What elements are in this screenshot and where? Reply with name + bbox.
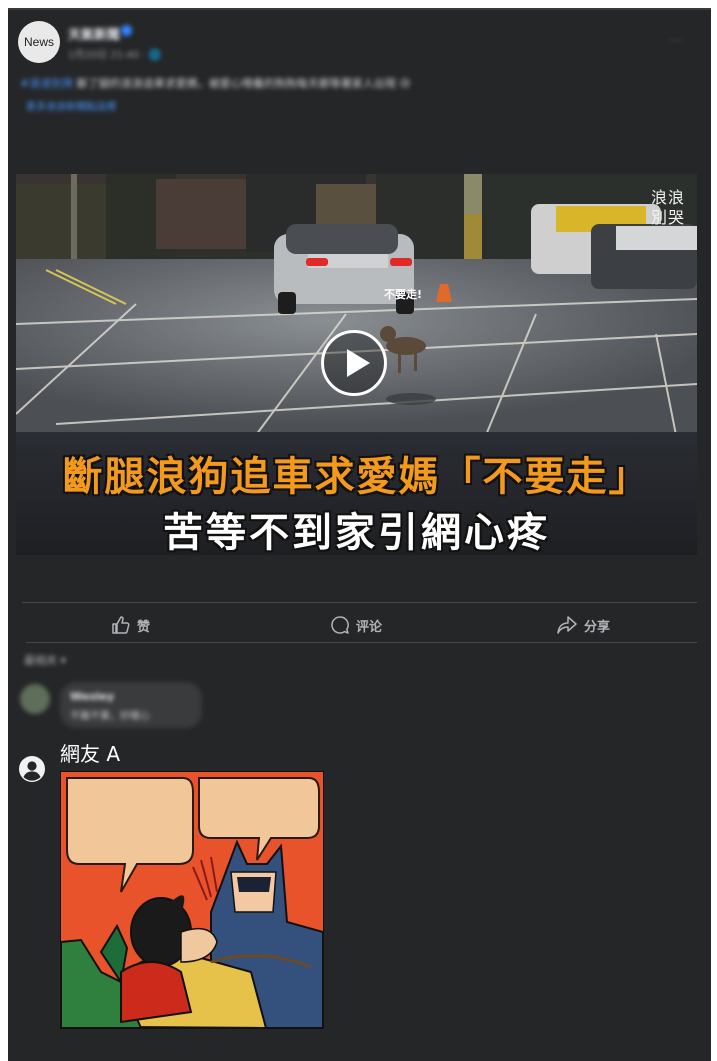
comment-bubble-icon (331, 616, 349, 634)
page-name[interactable]: 天氣新聞 (68, 24, 120, 43)
share-arrow-icon (557, 616, 577, 634)
share-button[interactable]: 分享 (556, 613, 610, 637)
more-options-icon[interactable]: ··· (668, 34, 683, 49)
video-player[interactable]: 浪浪 別哭 不要走! 斷腿浪狗追車求愛媽「不要走」 苦等不到家引網心疼 (16, 174, 697, 555)
commenter-avatar[interactable] (20, 684, 50, 714)
comment-author-name[interactable]: 網友 A (60, 738, 120, 767)
play-icon (347, 349, 370, 377)
page-avatar[interactable]: News (18, 21, 60, 63)
post-caption: #浪浪別哭 斷了腿的浪浪追車求愛媽，被愛心喂養的狗狗每天都等著家人出現 😢 (20, 76, 440, 91)
video-watermark: 浪浪 別哭 (650, 188, 685, 227)
video-headline-line1: 斷腿浪狗追車求愛媽「不要走」 (62, 454, 651, 500)
like-button[interactable]: 赞 (111, 613, 150, 637)
comment-label: 评论 (356, 619, 383, 635)
comment-sort-dropdown[interactable]: 最相关 ▾ (24, 652, 66, 668)
play-button[interactable] (321, 330, 387, 396)
user-avatar-icon[interactable] (18, 755, 46, 783)
share-label: 分享 (584, 619, 611, 635)
commenter-name[interactable]: Wesley (70, 690, 114, 703)
verified-icon (121, 25, 132, 36)
post-card: News 天氣新聞 1月20日 21:40 · 🌐 ··· #浪浪別哭 斷了腿的… (8, 8, 711, 1061)
comment-text: 不離不棄，好暖心 (70, 711, 150, 722)
post-timestamp[interactable]: 1月20日 21:40 · 🌐 (68, 46, 161, 61)
meme-image[interactable] (60, 771, 324, 1029)
comic-meme-illustration (61, 772, 323, 1028)
video-headline-line2: 苦等不到家引網心疼 (163, 510, 550, 555)
caption-text: 斷了腿的浪浪追車求愛媽，被愛心喂養的狗狗每天都等著家人出現 😢 (73, 77, 411, 90)
caption-link[interactable]: 更多浪浪新聞點這裡 (26, 98, 116, 113)
dog-caption-label: 不要走! (384, 288, 423, 301)
comment-button[interactable]: 评论 (330, 613, 382, 637)
comment-bubble: Wesley 不離不棄，好暖心 (60, 682, 202, 728)
divider (22, 602, 697, 603)
like-label: 赞 (137, 619, 151, 635)
caption-hashtag[interactable]: #浪浪別哭 (20, 77, 73, 90)
divider (26, 642, 697, 643)
thumbs-up-icon (112, 616, 130, 634)
